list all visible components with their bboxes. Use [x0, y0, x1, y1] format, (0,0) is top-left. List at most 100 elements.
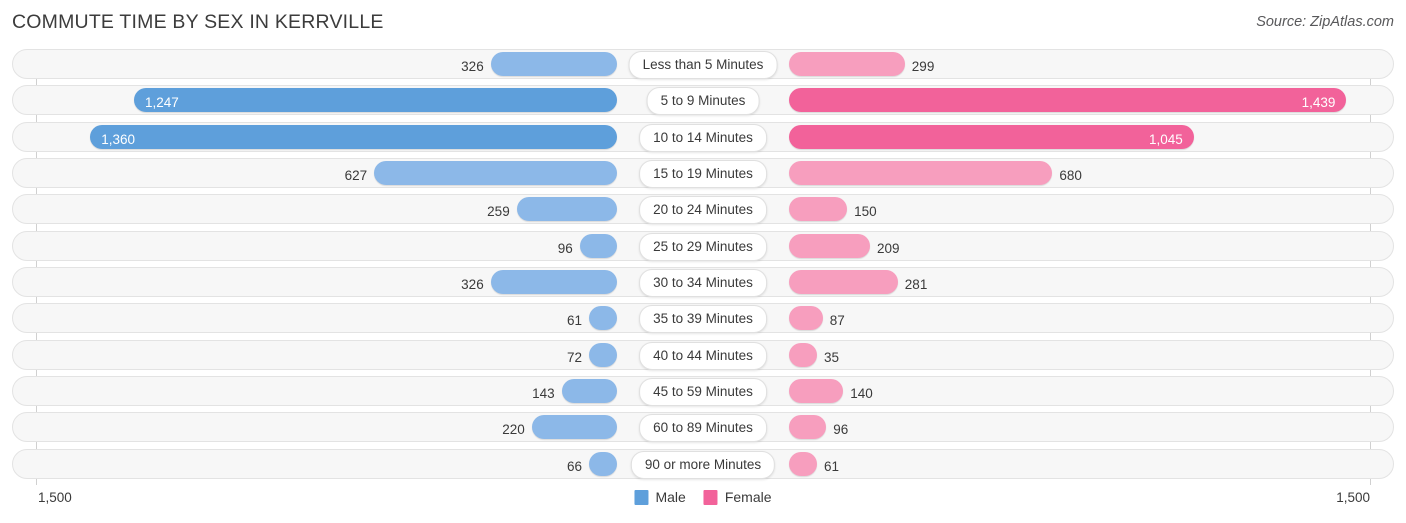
male-bar-area: 326 — [36, 267, 703, 297]
female-bar-area: 140 — [703, 376, 1370, 406]
category-label: 15 to 19 Minutes — [639, 160, 767, 189]
chart-legend: Male Female — [634, 489, 772, 505]
female-bar[interactable]: 1,045 — [789, 124, 1194, 149]
male-value-label: 1,360 — [101, 131, 135, 147]
male-bar-area: 627 — [36, 158, 703, 188]
category-label: 25 to 29 Minutes — [639, 232, 767, 261]
female-bar-area: 61 — [703, 449, 1370, 479]
chart-row: 326 281 30 to 34 Minutes — [0, 267, 1406, 298]
female-bar-area: 1,045 — [703, 122, 1370, 152]
chart-plot-area: 326 299 Less than 5 Minutes 1,247 1,439 5 to … — [0, 49, 1406, 485]
chart-row: 1,360 1,045 10 to 14 Minutes — [0, 121, 1406, 152]
male-bar[interactable]: 61 — [567, 306, 617, 331]
male-bar[interactable]: 143 — [532, 379, 617, 404]
female-value-label: 299 — [911, 59, 935, 74]
male-bar[interactable]: 1,360 — [90, 124, 617, 149]
female-bar-area: 35 — [703, 340, 1370, 370]
male-value-label: 66 — [566, 458, 582, 474]
category-label: 30 to 34 Minutes — [639, 269, 767, 298]
male-bar[interactable]: 627 — [345, 161, 617, 186]
female-bar-area: 281 — [703, 267, 1370, 297]
male-value-label: 143 — [532, 386, 555, 402]
male-bar[interactable]: 66 — [567, 451, 617, 476]
female-bar[interactable]: 61 — [789, 451, 839, 476]
female-value-label: 96 — [833, 422, 849, 438]
female-bar-area: 299 — [703, 49, 1370, 79]
source-attribution: Source: ZipAtlas.com — [1256, 14, 1394, 30]
male-bar[interactable]: 220 — [502, 415, 617, 440]
male-bar-area: 1,360 — [36, 122, 703, 152]
male-value-label: 627 — [344, 168, 368, 184]
category-label: 90 or more Minutes — [630, 450, 776, 479]
male-bar-area: 61 — [36, 303, 703, 333]
chart-row: 326 299 Less than 5 Minutes — [0, 49, 1406, 79]
male-bar-area: 72 — [36, 340, 703, 370]
female-value-label: 680 — [1059, 168, 1082, 184]
female-bar[interactable]: 87 — [789, 306, 845, 331]
female-bar-area: 209 — [703, 231, 1370, 261]
legend-item[interactable]: Male — [634, 489, 686, 505]
legend-swatch-icon — [634, 489, 649, 505]
axis-min-label: 1,500 — [38, 490, 72, 505]
male-bar[interactable]: 1,247 — [134, 88, 617, 113]
female-value-label: 281 — [904, 277, 928, 293]
chart-row: 220 96 60 to 89 Minutes — [0, 412, 1406, 443]
chart-row: 96 209 25 to 29 Minutes — [0, 230, 1406, 261]
category-label: 35 to 39 Minutes — [639, 305, 767, 334]
category-label: 60 to 89 Minutes — [639, 414, 767, 443]
female-bar-area: 680 — [703, 158, 1370, 188]
legend-label: Male — [655, 489, 686, 505]
male-bar-area: 96 — [36, 231, 703, 261]
chart-row: 72 35 40 to 44 Minutes — [0, 339, 1406, 370]
female-bar[interactable]: 140 — [789, 379, 873, 404]
male-value-label: 61 — [566, 313, 582, 329]
male-bar[interactable]: 72 — [567, 342, 617, 367]
male-bar[interactable]: 259 — [487, 197, 617, 222]
chart-rows: 326 299 Less than 5 Minutes 1,247 1,439 5 to … — [0, 49, 1406, 485]
category-label: 10 to 14 Minutes — [639, 123, 767, 152]
category-label: 45 to 59 Minutes — [639, 378, 767, 407]
female-value-label: 150 — [854, 204, 877, 220]
male-value-label: 259 — [487, 204, 510, 220]
female-bar[interactable]: 299 — [789, 52, 934, 76]
male-bar-area: 259 — [36, 194, 703, 224]
chart-header: COMMUTE TIME BY SEX IN KERRVILLE Source:… — [0, 0, 1406, 46]
male-bar[interactable]: 326 — [461, 270, 617, 295]
female-value-label: 35 — [824, 349, 840, 365]
category-label: Less than 5 Minutes — [628, 51, 778, 79]
chart-row: 61 87 35 to 39 Minutes — [0, 303, 1406, 334]
female-bar-area: 150 — [703, 194, 1370, 224]
male-value-label: 72 — [566, 349, 582, 365]
male-bar-area: 66 — [36, 449, 703, 479]
category-label: 5 to 9 Minutes — [646, 87, 760, 116]
male-bar[interactable]: 96 — [558, 233, 617, 258]
male-value-label: 96 — [557, 240, 573, 256]
female-value-label: 87 — [829, 313, 845, 329]
female-value-label: 61 — [824, 458, 840, 474]
chart-footer: 1,500 1,500 Male Female — [0, 485, 1406, 523]
male-bar-area: 143 — [36, 376, 703, 406]
male-bar[interactable]: 326 — [461, 52, 617, 76]
chart-row: 66 61 90 or more Minutes — [0, 448, 1406, 479]
female-value-label: 1,439 — [1301, 95, 1336, 111]
category-label: 40 to 44 Minutes — [639, 341, 767, 370]
male-value-label: 326 — [461, 277, 484, 293]
category-label: 20 to 24 Minutes — [639, 196, 767, 225]
female-bar[interactable]: 150 — [789, 197, 877, 222]
female-bar[interactable]: 1,439 — [789, 88, 1347, 113]
female-bar[interactable]: 680 — [789, 161, 1082, 186]
legend-item[interactable]: Female — [703, 489, 772, 505]
chart-row: 627 680 15 to 19 Minutes — [0, 158, 1406, 189]
page-title: COMMUTE TIME BY SEX IN KERRVILLE — [12, 11, 384, 33]
male-value-label: 1,247 — [145, 95, 179, 111]
female-bar-area: 1,439 — [703, 85, 1370, 115]
chart-row: 259 150 20 to 24 Minutes — [0, 194, 1406, 225]
legend-label: Female — [724, 489, 772, 505]
male-value-label: 326 — [461, 59, 484, 74]
female-bar[interactable]: 209 — [789, 233, 900, 258]
female-bar[interactable]: 96 — [789, 415, 848, 440]
female-bar[interactable]: 281 — [789, 270, 927, 295]
female-bar[interactable]: 35 — [789, 342, 839, 367]
female-bar-area: 87 — [703, 303, 1370, 333]
male-bar-area: 326 — [36, 49, 703, 79]
